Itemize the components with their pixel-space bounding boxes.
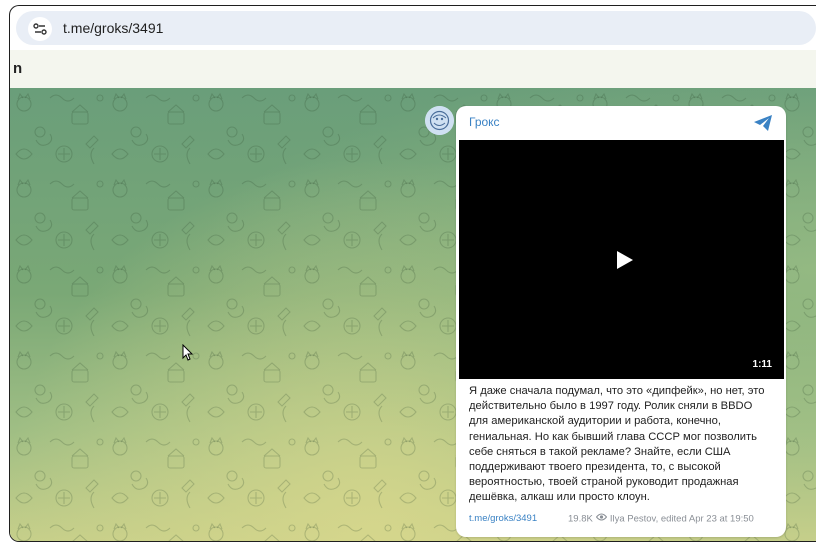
- message-text-line: дешёвка, алкаш или просто клоун.: [469, 491, 650, 504]
- message-text: Я даже сначала подумал, что это «дипфейк…: [469, 384, 779, 506]
- message-text-line: Я даже сначала подумал, что это «дипфейк…: [469, 385, 765, 397]
- message-text-line: гениальная. Но как бывший глава СССР мог…: [469, 430, 757, 443]
- message-meta: 19.8K Ilya Pestov, edited Apr 23 at 19:50: [568, 513, 754, 525]
- mouse-cursor-icon: [182, 343, 194, 367]
- post-link[interactable]: t.me/groks/3491: [469, 513, 537, 524]
- url-text[interactable]: t.me/groks/3491: [63, 20, 163, 36]
- site-settings-icon[interactable]: [28, 17, 52, 41]
- page-header-banner: n: [10, 50, 816, 89]
- view-count: 19.8K: [568, 513, 593, 525]
- channel-name[interactable]: Грокс: [469, 115, 500, 129]
- chat-background: Грокс 1:11 Я даже сначала подумал, что э…: [10, 88, 816, 541]
- message-text-line: поддерживают твоего президента, то, с вы…: [469, 461, 721, 474]
- message-text-line: себе сняться в такой рекламе? Знайте, ес…: [469, 445, 731, 458]
- browser-window: t.me/groks/3491 n Грокс 1:11 Я даже снач…: [9, 5, 816, 542]
- video-player[interactable]: 1:11: [459, 140, 784, 379]
- message-text-line: для американской аудитории и работа, кон…: [469, 415, 721, 428]
- play-icon[interactable]: [616, 250, 634, 275]
- eye-icon: [595, 513, 607, 524]
- telegram-plane-icon[interactable]: [753, 114, 773, 137]
- author-edited: Ilya Pestov, edited Apr 23 at 19:50: [609, 513, 754, 525]
- address-bar[interactable]: t.me/groks/3491: [16, 11, 816, 45]
- message-text-line: вероятностью, твоей страной руководит пр…: [469, 476, 739, 489]
- message-text-line: действительно было в 1997 году. Ролик сн…: [469, 400, 753, 413]
- video-duration: 1:11: [752, 359, 772, 370]
- banner-text: n: [13, 60, 23, 77]
- message-footer: t.me/groks/3491 19.8K Ilya Pestov, edited…: [469, 513, 779, 527]
- channel-avatar[interactable]: [425, 106, 454, 135]
- message-bubble: Грокс 1:11 Я даже сначала подумал, что э…: [456, 106, 786, 537]
